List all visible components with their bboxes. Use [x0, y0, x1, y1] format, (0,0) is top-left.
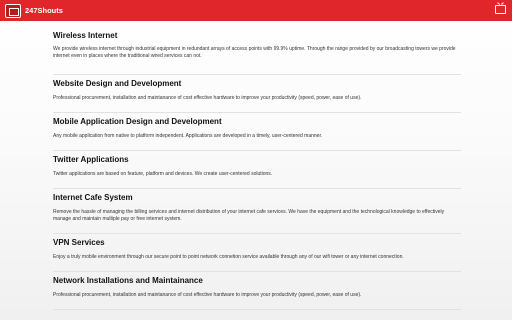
service-title: Twitter Applications — [53, 155, 129, 164]
service-title: Wireless Internet — [53, 31, 118, 40]
service-description: Professional procurement, installation a… — [53, 95, 362, 101]
services-list: Wireless Internet We provide wireless in… — [53, 31, 461, 310]
service-item: Internet Cafe System Remove the hassle o… — [53, 189, 461, 234]
app-bar: 247Shouts — [0, 0, 512, 21]
service-description: Any mobile application from native to pl… — [53, 133, 323, 139]
service-title: Internet Cafe System — [53, 193, 133, 202]
service-title: Network Installations and Maintainance — [53, 276, 203, 285]
service-title: VPN Services — [53, 238, 105, 247]
service-description: Enjoy a truly mobile environment through… — [53, 254, 404, 260]
service-title: Website Design and Development — [53, 79, 182, 88]
tv-icon[interactable] — [495, 5, 506, 14]
service-description: Professional procurement, installation a… — [53, 292, 362, 298]
service-description: Twitter applications are based on featur… — [53, 171, 273, 177]
service-description: Remove the hassle of managing the billin… — [53, 209, 445, 222]
app-title: 247Shouts — [25, 6, 63, 15]
service-item: Wireless Internet We provide wireless in… — [53, 31, 461, 75]
service-item: Website Design and Development Professio… — [53, 75, 461, 113]
service-item: VPN Services Enjoy a truly mobile enviro… — [53, 234, 461, 272]
service-item: Network Installations and Maintainance P… — [53, 272, 461, 310]
service-item: Twitter Applications Twitter application… — [53, 151, 461, 189]
service-title: Mobile Application Design and Developmen… — [53, 117, 222, 126]
service-item: Mobile Application Design and Developmen… — [53, 113, 461, 151]
service-description: We provide wireless internet through ind… — [53, 46, 456, 59]
app-logo-icon[interactable] — [5, 3, 21, 18]
